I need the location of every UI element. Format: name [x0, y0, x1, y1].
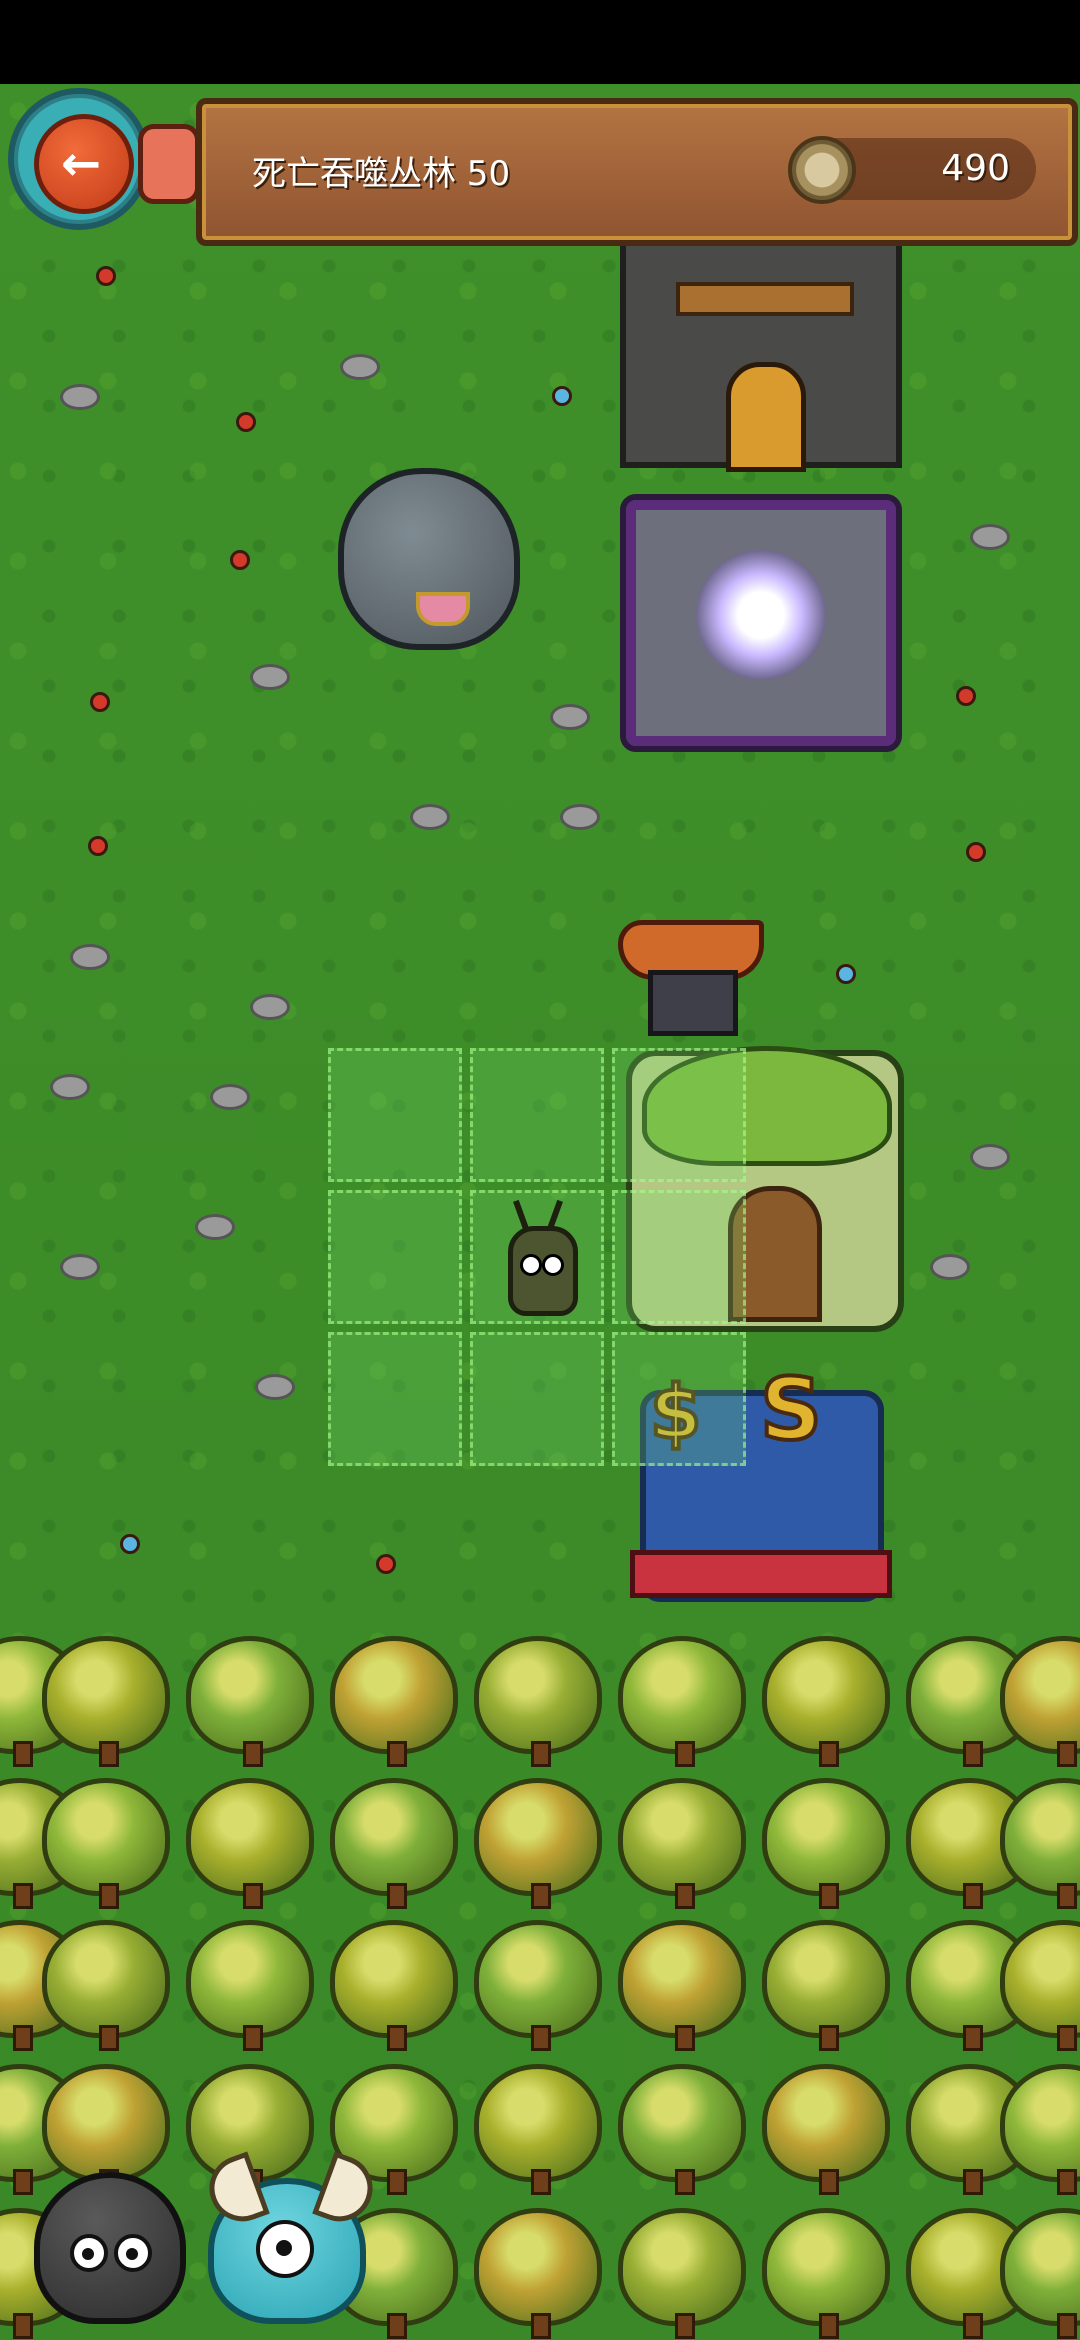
hero-eye — [520, 1254, 542, 1276]
coin-counter[interactable]: 490 — [788, 136, 1036, 204]
grid-tile[interactable] — [612, 1332, 746, 1466]
flower — [230, 550, 250, 570]
grid-tile[interactable] — [328, 1190, 462, 1324]
bush — [42, 2064, 170, 2195]
flower — [120, 1534, 140, 1554]
rock — [210, 1084, 250, 1110]
grid-tile[interactable] — [612, 1190, 746, 1324]
pupil — [126, 2248, 138, 2260]
bush — [474, 1778, 602, 1909]
portal-shrine[interactable] — [620, 494, 902, 752]
bush — [618, 2064, 746, 2195]
bush — [186, 1636, 314, 1767]
bush — [762, 2064, 890, 2195]
bush — [186, 1778, 314, 1909]
rock — [930, 1254, 970, 1280]
bush — [762, 1778, 890, 1909]
flower — [966, 842, 986, 862]
back-button[interactable]: ← — [8, 88, 150, 230]
rock — [250, 664, 290, 690]
bush — [330, 1778, 458, 1909]
grid-tile[interactable] — [470, 1048, 604, 1182]
flower — [552, 386, 572, 406]
bush — [42, 1778, 170, 1909]
level-title: 死亡吞噬丛林 50 — [252, 154, 511, 194]
grid-tile[interactable] — [612, 1048, 746, 1182]
flower — [956, 686, 976, 706]
bush — [474, 2064, 602, 2195]
coin-count: 490 — [941, 148, 1010, 189]
tower-door — [726, 362, 806, 472]
portal-glow — [696, 550, 826, 680]
blue-horned-monster[interactable] — [200, 2151, 382, 2324]
flower — [90, 692, 110, 712]
rock — [250, 994, 290, 1020]
back-button-face: ← — [34, 114, 134, 214]
rock-monster-mouth — [416, 592, 470, 626]
grid-tile[interactable] — [470, 1332, 604, 1466]
tower-roof — [676, 282, 854, 316]
bush — [618, 1636, 746, 1767]
bush — [330, 1636, 458, 1767]
bush — [186, 1920, 314, 2051]
rock — [70, 944, 110, 970]
grid-tile[interactable] — [328, 1332, 462, 1466]
flower — [96, 266, 116, 286]
header-banner: 死亡吞噬丛林 50 490 — [196, 98, 1078, 246]
stone-tower[interactable] — [620, 236, 902, 472]
flower — [236, 412, 256, 432]
rock — [560, 804, 600, 830]
bush — [42, 1636, 170, 1767]
rock — [340, 354, 380, 380]
rock-monster[interactable] — [338, 468, 520, 650]
status-bar — [0, 0, 1080, 84]
hero-antenna — [513, 1199, 529, 1231]
rock — [195, 1214, 235, 1240]
banner-connector — [138, 124, 200, 204]
flower — [836, 964, 856, 984]
bush — [474, 1920, 602, 2051]
bush — [762, 1920, 890, 2051]
rock — [60, 1254, 100, 1280]
pupil — [82, 2248, 94, 2260]
rock — [410, 804, 450, 830]
rock — [60, 384, 100, 410]
rock — [50, 1074, 90, 1100]
coin-icon — [788, 136, 856, 204]
shop-floor — [630, 1550, 892, 1598]
bush — [474, 1636, 602, 1767]
rock — [970, 1144, 1010, 1170]
anvil-base — [648, 970, 738, 1036]
black-blob-character[interactable] — [34, 2172, 186, 2324]
flower — [88, 836, 108, 856]
bush — [618, 1920, 746, 2051]
rock — [970, 524, 1010, 550]
bush — [762, 1636, 890, 1767]
bush — [330, 1920, 458, 2051]
arrow-left-icon: ← — [61, 136, 102, 192]
bush — [42, 1920, 170, 2051]
shop-sign-icon: S — [758, 1358, 824, 1462]
pupil — [276, 2240, 292, 2256]
bush — [474, 2208, 602, 2339]
bush — [618, 1778, 746, 1909]
rock — [255, 1374, 295, 1400]
grid-tile[interactable] — [328, 1048, 462, 1182]
bush — [618, 2208, 746, 2339]
rock — [550, 704, 590, 730]
bush — [762, 2208, 890, 2339]
hero-character[interactable] — [494, 1199, 584, 1328]
hero-eye — [542, 1254, 564, 1276]
flower — [376, 1554, 396, 1574]
anvil-forge[interactable] — [618, 920, 764, 1040]
